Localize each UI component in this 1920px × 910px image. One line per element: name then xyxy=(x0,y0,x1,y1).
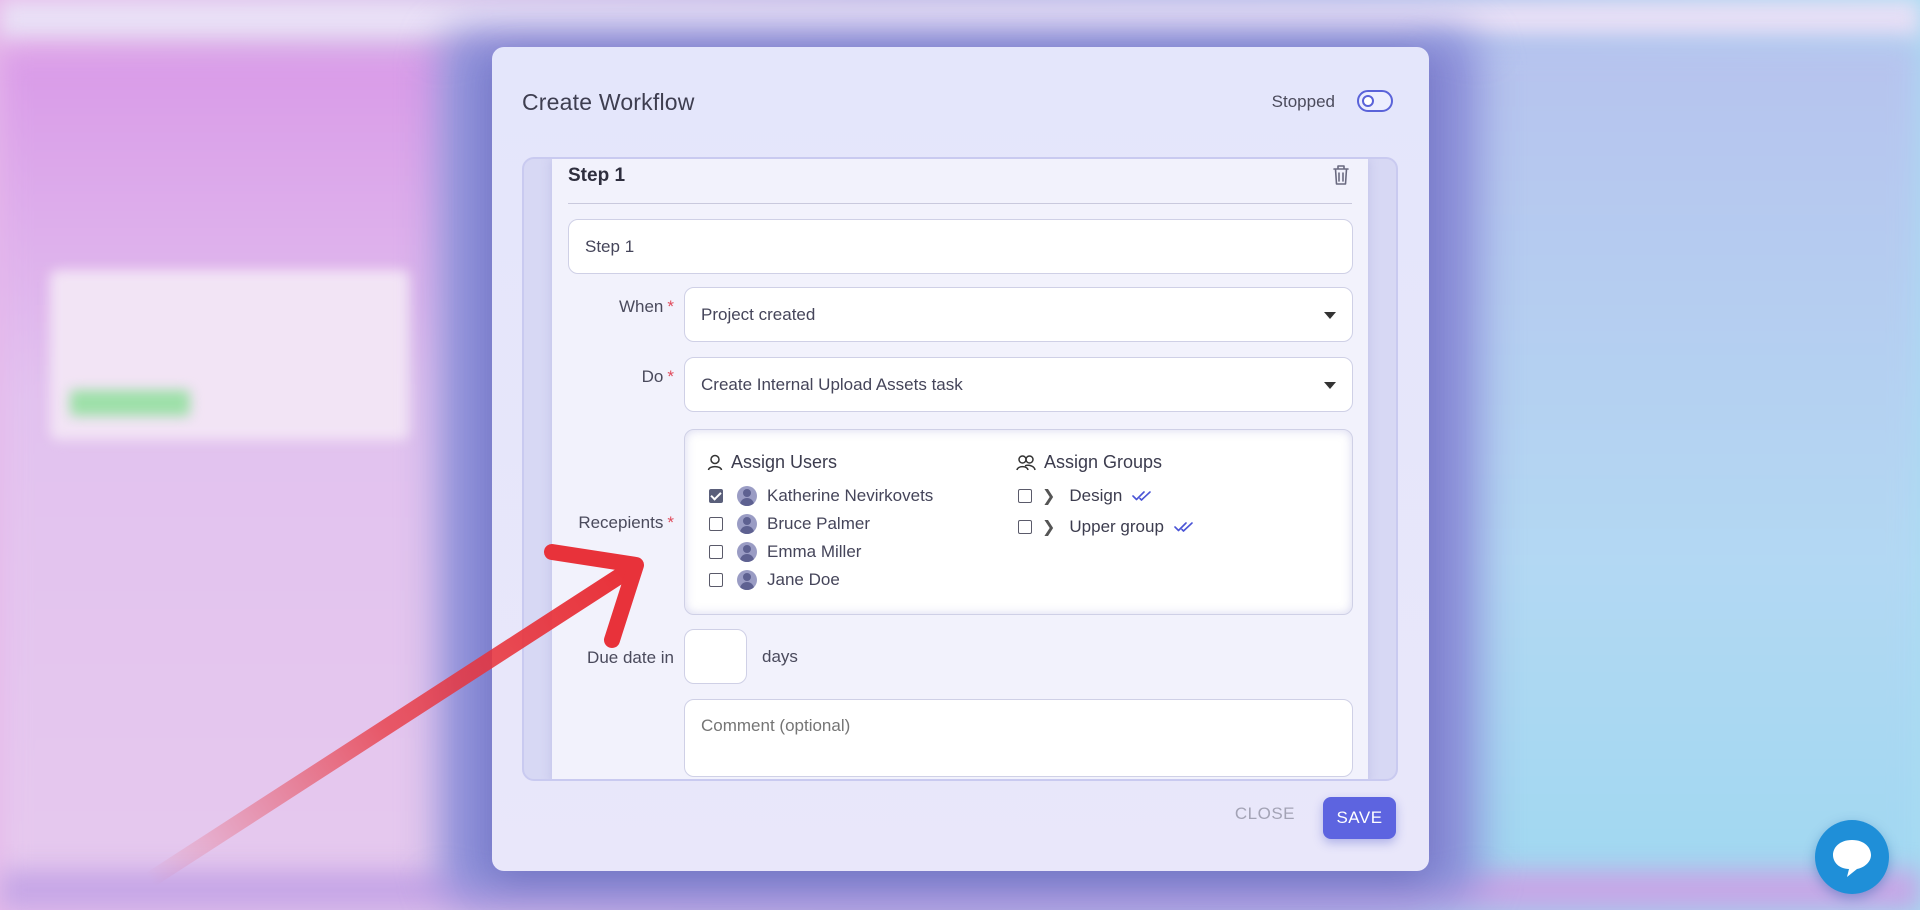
due-date-label: Due date in xyxy=(587,648,674,667)
required-mark: * xyxy=(667,513,674,532)
double-check-icon[interactable] xyxy=(1132,490,1154,502)
close-button[interactable]: CLOSE xyxy=(1235,804,1295,824)
caret-down-icon xyxy=(1324,382,1336,389)
do-label-text: Do xyxy=(641,367,664,386)
days-unit-label: days xyxy=(762,647,798,666)
avatar xyxy=(737,570,757,590)
required-mark: * xyxy=(667,297,674,316)
user-row[interactable]: Emma Miller xyxy=(709,542,861,562)
trash-icon[interactable] xyxy=(1330,163,1352,187)
double-check-icon[interactable] xyxy=(1174,521,1196,533)
create-workflow-modal: Create Workflow Stopped Step 1 When* Pro… xyxy=(492,47,1429,871)
recipients-box: Assign Users Katherine Nevirkovets Bruce… xyxy=(684,429,1353,615)
user-row[interactable]: Bruce Palmer xyxy=(709,514,870,534)
user-row[interactable]: Jane Doe xyxy=(709,570,840,590)
when-select-value: Project created xyxy=(701,304,816,324)
avatar xyxy=(737,486,757,506)
do-label: Do * xyxy=(568,367,674,387)
step-divider xyxy=(568,203,1352,204)
chat-bubble-icon xyxy=(1833,840,1871,877)
bg-right-panel xyxy=(1420,40,1920,910)
bg-left-badge xyxy=(70,390,190,416)
avatar xyxy=(737,514,757,534)
group-name: Upper group xyxy=(1069,517,1164,536)
user-icon xyxy=(707,454,723,471)
when-label-text: When xyxy=(618,297,664,316)
assign-users-heading: Assign Users xyxy=(707,452,837,473)
step-name-input[interactable] xyxy=(568,219,1353,274)
assign-groups-heading: Assign Groups xyxy=(1016,452,1162,473)
group-checkbox[interactable] xyxy=(1018,520,1032,534)
do-select[interactable]: Create Internal Upload Assets task xyxy=(684,357,1353,412)
chat-widget-button[interactable] xyxy=(1815,820,1889,894)
user-checkbox[interactable] xyxy=(709,517,723,531)
save-button[interactable]: SAVE xyxy=(1323,797,1396,839)
user-checkbox[interactable] xyxy=(709,573,723,587)
user-name: Jane Doe xyxy=(767,570,840,589)
user-name: Emma Miller xyxy=(767,542,862,561)
chevron-right-icon[interactable]: ❯ xyxy=(1042,517,1055,537)
users-group-icon xyxy=(1016,455,1036,471)
group-checkbox[interactable] xyxy=(1018,489,1032,503)
user-checkbox[interactable] xyxy=(709,489,723,503)
recipients-label-text: Recepients xyxy=(578,513,664,532)
workflow-status-label: Stopped xyxy=(1271,92,1335,111)
workflow-status-toggle[interactable] xyxy=(1357,90,1393,112)
modal-title: Create Workflow xyxy=(522,89,695,115)
user-checkbox[interactable] xyxy=(709,545,723,559)
recipients-label: Recepients * xyxy=(568,513,674,533)
step-heading: Step 1 xyxy=(568,165,626,186)
toggle-knob xyxy=(1362,95,1374,107)
user-name: Katherine Nevirkovets xyxy=(767,486,934,505)
do-select-value: Create Internal Upload Assets task xyxy=(701,374,963,394)
caret-down-icon xyxy=(1324,312,1336,319)
group-row[interactable]: ❯ Upper group xyxy=(1018,517,1196,537)
comment-field[interactable] xyxy=(684,699,1353,777)
chevron-right-icon[interactable]: ❯ xyxy=(1042,486,1055,506)
steps-panel: Step 1 When* Project created Do* Create … xyxy=(522,157,1398,781)
user-name: Bruce Palmer xyxy=(767,514,870,533)
bg-left-panel xyxy=(0,50,450,910)
user-row[interactable]: Katherine Nevirkovets xyxy=(709,486,933,506)
step-card: Step 1 When* Project created Do* Create … xyxy=(552,159,1368,779)
due-days-input[interactable] xyxy=(684,629,747,684)
assign-groups-heading-text: Assign Groups xyxy=(1044,452,1163,472)
assign-users-heading-text: Assign Users xyxy=(731,452,838,472)
avatar xyxy=(737,542,757,562)
group-row[interactable]: ❯ Design xyxy=(1018,486,1154,506)
when-select[interactable]: Project created xyxy=(684,287,1353,342)
when-label: When * xyxy=(568,297,674,317)
required-mark: * xyxy=(667,367,674,386)
group-name: Design xyxy=(1069,486,1123,505)
